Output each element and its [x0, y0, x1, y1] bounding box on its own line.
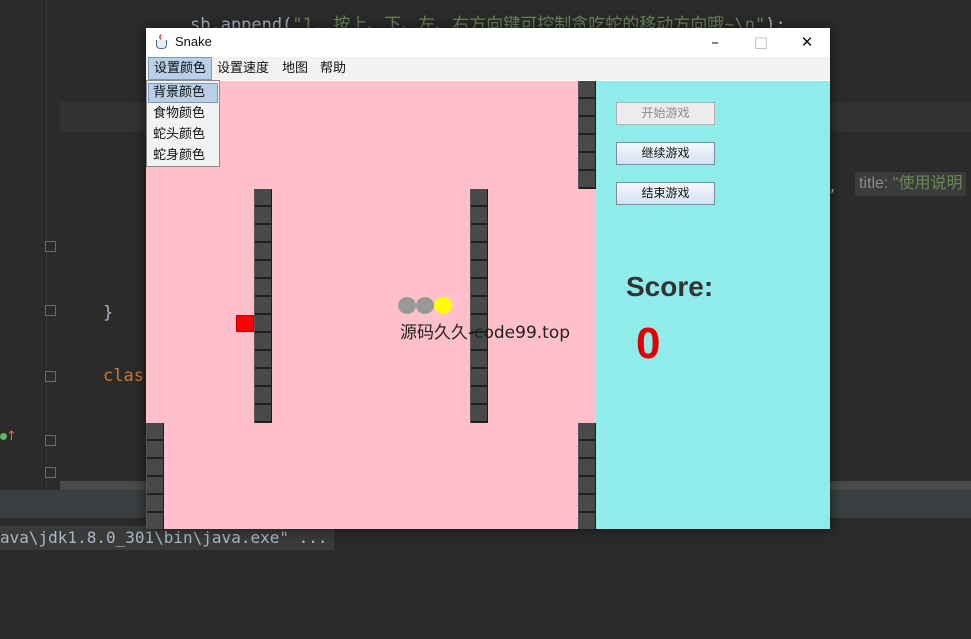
- parameter-hint: title: "使用说明: [855, 172, 967, 196]
- menu-help[interactable]: 帮助: [315, 57, 351, 80]
- override-gutter-icon[interactable]: ↑: [0, 430, 17, 444]
- code-closing-brace: }: [103, 303, 114, 323]
- color-dropdown-menu: 背景颜色 食物颜色 蛇头颜色 蛇身颜色: [146, 80, 220, 167]
- wall-right-column: [470, 189, 488, 423]
- snake-window: Snake – □ ✕ 设置颜色 设置速度 地图 帮助 背景颜色 食物颜色 蛇头…: [146, 28, 830, 529]
- window-title: Snake: [175, 34, 212, 49]
- title-bar[interactable]: Snake – □ ✕: [146, 28, 830, 57]
- score-value: 0: [636, 319, 661, 368]
- wall-bottom-right: [578, 423, 596, 529]
- food: [236, 315, 254, 332]
- close-button[interactable]: ✕: [784, 28, 830, 57]
- menu-set-color[interactable]: 设置颜色: [148, 57, 213, 80]
- minimize-button[interactable]: –: [692, 28, 738, 57]
- menu-set-speed[interactable]: 设置速度: [212, 57, 274, 80]
- fold-marker-icon[interactable]: [45, 371, 56, 382]
- wall-top-right: [578, 81, 596, 189]
- start-game-button[interactable]: 开始游戏: [616, 102, 715, 125]
- menu-item-body-color[interactable]: 蛇身颜色: [148, 146, 218, 166]
- console-command-line: ava\jdk1.8.0_301\bin\java.exe" ...: [0, 526, 334, 550]
- code-comma: ,: [830, 176, 836, 195]
- menu-map[interactable]: 地图: [277, 57, 313, 80]
- watermark-text: 源码久久-code99.top: [400, 323, 571, 343]
- end-game-button[interactable]: 结束游戏: [616, 182, 715, 205]
- hint-label: title:: [859, 175, 889, 192]
- fold-marker-icon[interactable]: [45, 435, 56, 446]
- wall-bottom-left: [146, 423, 164, 529]
- fold-marker-icon[interactable]: [45, 241, 56, 252]
- continue-game-button[interactable]: 继续游戏: [616, 142, 715, 165]
- snake-body-segment: [398, 297, 416, 314]
- snake-head: [434, 297, 452, 314]
- snake-body-segment: [416, 297, 434, 314]
- java-app-icon: [154, 34, 170, 50]
- fold-marker-icon[interactable]: [45, 305, 56, 316]
- fold-marker-icon[interactable]: [45, 467, 56, 478]
- menu-bar: 设置颜色 设置速度 地图 帮助: [146, 57, 830, 80]
- hint-string: "使用说明: [892, 175, 963, 192]
- control-panel: 开始游戏 继续游戏 结束游戏 Score: 0: [596, 81, 830, 529]
- menu-item-food-color[interactable]: 食物颜色: [148, 104, 218, 124]
- maximize-button[interactable]: □: [738, 28, 784, 57]
- score-label: Score:: [626, 271, 714, 302]
- menu-item-head-color[interactable]: 蛇头颜色: [148, 125, 218, 145]
- code-class-keyword: clas: [103, 366, 144, 386]
- menu-item-background-color[interactable]: 背景颜色: [148, 83, 218, 103]
- wall-left-column: [254, 189, 272, 423]
